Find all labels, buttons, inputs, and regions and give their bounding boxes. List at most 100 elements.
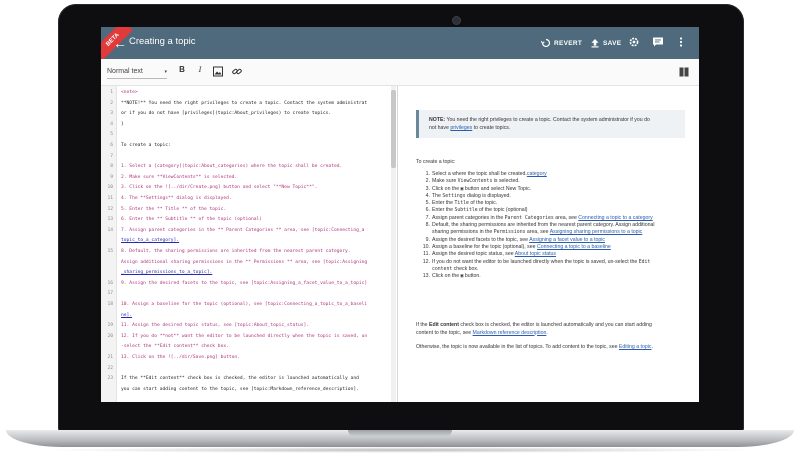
editing-topic-link[interactable]: Editing a topic <box>619 344 652 350</box>
step-number: 7. <box>425 214 430 221</box>
step-mono: Edit <box>638 259 651 265</box>
step-post: is selected. <box>492 178 520 185</box>
step-text: Default, the sharing permissions are inh… <box>432 222 655 229</box>
note-line-2b: to create topics. <box>472 125 511 131</box>
step-number: 11. <box>423 251 430 258</box>
step-link[interactable]: Connecting a topic to a category <box>578 215 652 221</box>
line-number: 11 <box>107 196 113 201</box>
step-link[interactable]: Assigning sharing permissions to a topic <box>550 229 643 235</box>
step-post: button and select New Topic. <box>463 185 532 192</box>
step-mono: Subtitle <box>454 208 478 214</box>
step-text: Select a where the topic shall be create… <box>432 171 547 178</box>
step-link[interactable]: Assigning a facet value to a topic <box>529 237 605 243</box>
step-pre: Enter the <box>432 207 455 214</box>
line-code: 7. Assign parent categories in the ** Pa… <box>121 227 365 233</box>
step-item: 7. Assign parent categories in the Parent… <box>422 215 692 222</box>
step-post: area, see <box>525 229 550 236</box>
comment-icon[interactable] <box>652 36 664 48</box>
step-text: Assign a baseline for the topic (optiona… <box>432 244 611 251</box>
line-number: 5 <box>110 132 113 138</box>
line-code: } <box>121 121 124 127</box>
line-number: 6 <box>110 143 113 148</box>
line-code: 5. Enter the ** Title ** of the topic. <box>121 206 227 212</box>
step-text: The Settings dialog is displayed. <box>432 193 511 200</box>
step-item: 8. Default, the sharing permissions are i… <box>422 222 692 229</box>
line-code: 2. Make sure **ViewContents** is selecte… <box>121 174 238 180</box>
step-number: 1. <box>425 171 430 177</box>
step-pre: Make sure <box>432 178 458 185</box>
step-number: 13. <box>422 273 430 280</box>
bold-button[interactable]: B <box>176 65 188 74</box>
step-item: 6. Enter the Subtitle of the topic (optio… <box>422 207 692 214</box>
step-post: button. <box>463 273 481 280</box>
step-pre: Default, the sharing permissions are inh… <box>432 222 655 229</box>
line-number: 22 <box>107 365 113 371</box>
note-line-2a: not have <box>429 125 451 131</box>
step-text: Click on the ▣ button and select New Top… <box>432 186 531 193</box>
split-view-icon[interactable] <box>679 67 689 77</box>
italic-button[interactable]: I <box>194 65 206 74</box>
step-link[interactable]: Connecting a topic to a baseline <box>537 244 611 250</box>
para1-d: . <box>546 329 548 336</box>
step-item: 12. If you do not want the editor to be l… <box>422 259 692 266</box>
revert-button[interactable]: REVERT <box>541 38 582 48</box>
markdown-reference-link[interactable]: Markdown reference description <box>473 330 547 336</box>
link-icon[interactable] <box>231 66 243 77</box>
line-code: -select the **Edit content** check box. <box>121 344 229 350</box>
step-text: Click on the ▣ button. <box>432 273 481 280</box>
note-line-1: You need the right privileges to create … <box>445 117 650 123</box>
line-code: 10. Assign a baseline for the topic (opt… <box>121 302 368 307</box>
step-pre: Click on the <box>432 185 461 192</box>
step-pre: Assign parent categories in the <box>432 214 505 221</box>
screen: BETA ← Creating a topic REVERT SAVE Norm… <box>101 27 699 402</box>
save-button[interactable]: SAVE <box>590 38 621 48</box>
format-toolbar: Normal text ▾ B I <box>101 59 699 86</box>
back-arrow-icon[interactable]: ← <box>113 35 129 51</box>
step-link[interactable]: About topic status <box>515 251 556 257</box>
step-link[interactable]: category <box>527 171 547 177</box>
line-code: 9. Assign the desired facets to the topi… <box>121 280 368 286</box>
line-code: you can start adding content to the topi… <box>121 386 359 392</box>
step-number: 10. <box>422 243 430 250</box>
page-title: Creating a topic <box>129 36 196 47</box>
intro-text: To create a topic: <box>416 159 456 165</box>
step-number: 3. <box>425 185 430 192</box>
line-code: 3. Click on the ![../dir/Create.png] but… <box>121 185 318 191</box>
step-pre: The <box>432 192 443 199</box>
markdown-editor[interactable]: 1 <note> 2 **NOTE!** You need the right pri… <box>101 86 398 402</box>
step-pre: Enter the <box>432 200 455 207</box>
preview-pane: NOTE: You need the right privileges to c… <box>398 86 699 402</box>
privileges-link[interactable]: privileges <box>450 125 472 131</box>
text-style-select[interactable]: Normal text ▾ <box>107 65 167 79</box>
step-item: content check box. <box>422 266 692 273</box>
step-pre: Assign the desired topic status, see <box>432 251 515 258</box>
note-box: NOTE: You need the right privileges to c… <box>416 110 685 138</box>
para2-b: . <box>651 344 653 350</box>
step-item: 3. Click on the ▣ button and select New T… <box>422 186 692 193</box>
step-mono: ViewContents <box>457 179 493 185</box>
step-mono: Parent Categories <box>504 215 554 221</box>
more-vertical-icon[interactable] <box>675 36 687 48</box>
line-number: 8 <box>110 164 113 170</box>
settings-icon[interactable] <box>628 36 640 48</box>
step-number: 9. <box>425 236 430 243</box>
app-header: BETA ← Creating a topic REVERT SAVE <box>101 27 699 60</box>
step-item: 11. Assign the desired topic status, see … <box>422 251 692 258</box>
step-text: If you do not want the editor to be laun… <box>432 259 650 266</box>
paragraph-otherwise: Otherwise, the topic is now available in… <box>416 344 686 352</box>
steps-list: 1. Select a where the topic shall be crea… <box>422 171 692 280</box>
step-post: area, see <box>553 214 579 221</box>
revert-label: REVERT <box>554 39 583 47</box>
step-pre: sharing permissions in the <box>432 229 494 236</box>
step-text: Make sure ViewContents is selected. <box>432 178 520 185</box>
para1-a: If the <box>416 322 429 328</box>
line-number: 12 <box>107 206 113 212</box>
para2-a: Otherwise, the topic is now available in… <box>416 344 619 350</box>
editor-scroll-thumb[interactable] <box>391 90 396 168</box>
step-number: 6. <box>425 207 430 214</box>
step-text: Assign the desired facets to the topic, … <box>432 237 605 244</box>
step-item: 10. Assign a baseline for the topic (opti… <box>422 244 692 251</box>
image-icon[interactable] <box>212 66 224 77</box>
step-number: 5. <box>425 200 430 207</box>
chevron-down-icon: ▾ <box>164 68 167 75</box>
